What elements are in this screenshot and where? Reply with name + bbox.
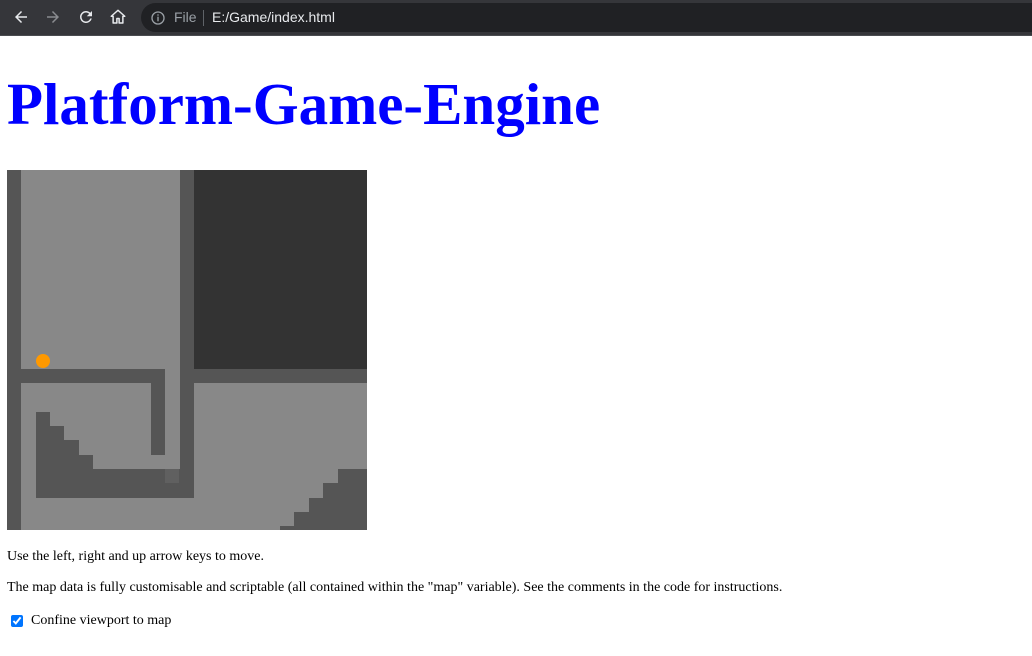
left-wall [7, 170, 21, 530]
upper-ledge [21, 369, 165, 383]
map-customisation-note: The map data is fully customisable and s… [7, 580, 783, 595]
dark-room [194, 170, 367, 369]
back-arrow-icon [15, 11, 27, 23]
info-icon[interactable] [150, 10, 166, 26]
hidden-block [165, 469, 179, 483]
back-button[interactable] [8, 4, 34, 30]
address-divider [203, 10, 204, 26]
address-bar[interactable]: File E:/Game/index.html [141, 3, 1032, 32]
shaft-wall-right [180, 170, 194, 498]
forward-arrow-icon [47, 11, 59, 23]
confine-viewport-label: Confine viewport to map [31, 613, 172, 628]
home-button[interactable] [105, 4, 131, 30]
reload-button[interactable] [73, 4, 99, 30]
home-icon [110, 9, 126, 24]
player [36, 354, 50, 368]
controls-instructions: Use the left, right and up arrow keys to… [7, 549, 264, 564]
reload-icon [79, 10, 92, 23]
confine-viewport-checkbox[interactable] [11, 615, 23, 627]
ledge-post [151, 383, 165, 455]
forward-button[interactable] [40, 4, 66, 30]
browser-toolbar: File E:/Game/index.html [0, 0, 1032, 36]
confine-viewport-option[interactable]: Confine viewport to map [8, 612, 171, 630]
page-title: Platform-Game-Engine [7, 71, 601, 137]
file-scheme-label: File [174, 9, 197, 25]
game-canvas[interactable] [7, 170, 367, 530]
url-text[interactable]: E:/Game/index.html [212, 9, 335, 25]
right-ledge [194, 369, 367, 383]
